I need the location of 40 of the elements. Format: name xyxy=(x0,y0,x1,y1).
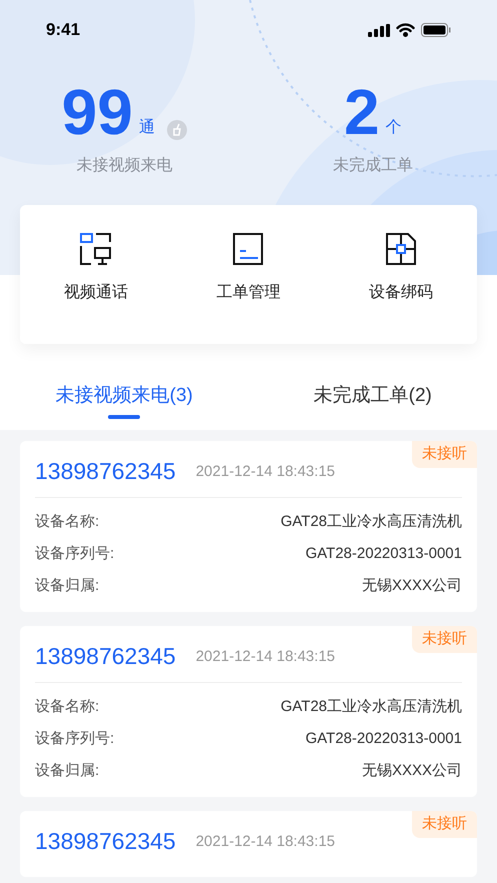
wifi-icon xyxy=(396,23,415,37)
tab[interactable]: 未完成工单(2) xyxy=(248,374,497,429)
tab[interactable]: 未接视频来电(3) xyxy=(0,374,248,429)
shortcut-button[interactable]: 设备绑码 xyxy=(324,205,477,344)
phone-number: 13898762345 xyxy=(35,827,176,855)
phone-number: 13898762345 xyxy=(35,642,176,670)
field-label: 设备归属: xyxy=(35,760,100,781)
signal-icon xyxy=(368,24,390,36)
field-label: 设备归属: xyxy=(35,576,100,596)
status-badge: 未接听 xyxy=(412,626,477,652)
field-value: 无锡XXXX公司 xyxy=(362,760,462,781)
field-label: 设备序列号: xyxy=(35,544,114,564)
stat-label: 未接视频来电 xyxy=(76,156,172,176)
broom-icon[interactable] xyxy=(166,120,187,140)
status-time: 9:41 xyxy=(46,19,80,42)
field-label: 设备序列号: xyxy=(35,728,114,749)
status-badge: 未接听 xyxy=(412,441,477,468)
shortcut-button[interactable]: 工单管理 xyxy=(172,205,325,344)
status-badge: 未接听 xyxy=(412,811,477,838)
call-card[interactable]: 未接听 13898762345 2021-12-14 18:43:15 设备名称: GAT28工业冷水高压清洗机 设备序列号: GAT28-20220313-0001 设备归属: 无锡XXXX公司 xyxy=(20,441,477,612)
field-label: 设备名称: xyxy=(35,512,100,532)
call-time: 2021-12-14 18:43:15 xyxy=(196,462,336,482)
call-card[interactable]: 未接听 13898762345 2021-12-14 18:43:15 xyxy=(20,811,477,877)
battery-icon xyxy=(421,23,451,37)
shortcut-button[interactable]: 视频通话 xyxy=(20,205,172,344)
stat-unit: 个 xyxy=(386,118,402,138)
field-value: GAT28-20220313-0001 xyxy=(305,544,462,564)
call-time: 2021-12-14 18:43:15 xyxy=(196,646,336,666)
stat-number: 99 xyxy=(62,80,133,144)
call-time: 2021-12-14 18:43:15 xyxy=(196,832,336,852)
phone-number: 13898762345 xyxy=(35,457,176,485)
stat-label: 未完成工单 xyxy=(332,156,413,176)
stat-number: 2 xyxy=(344,80,380,144)
stat-unit: 通 xyxy=(138,118,155,138)
field-value: GAT28工业冷水高压清洗机 xyxy=(280,696,462,717)
field-value: GAT28工业冷水高压清洗机 xyxy=(280,512,462,532)
field-value: 无锡XXXX公司 xyxy=(362,576,462,596)
field-value: GAT28-20220313-0001 xyxy=(305,728,462,749)
call-card[interactable]: 未接听 13898762345 2021-12-14 18:43:15 设备名称: GAT28工业冷水高压清洗机 设备序列号: GAT28-20220313-0001 设备归属: 无锡XXXX公司 xyxy=(20,626,477,797)
field-label: 设备名称: xyxy=(35,696,100,717)
